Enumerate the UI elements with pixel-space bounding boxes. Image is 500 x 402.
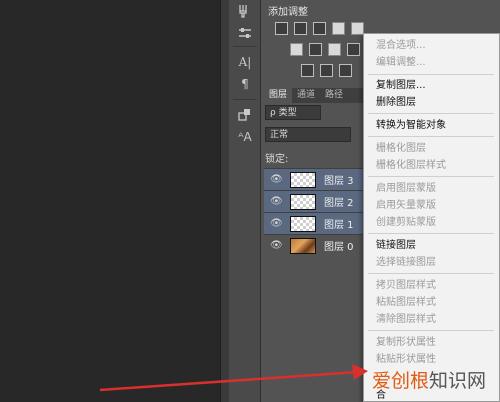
- layer-context-menu: 混合选项... 编辑调整... 复制图层... 删除图层 转换为智能对象 栅格化…: [363, 33, 500, 402]
- color-balance-icon[interactable]: [309, 43, 322, 56]
- layer-name: 图层 3: [324, 176, 354, 187]
- menu-item-clear-layer-style[interactable]: 清除图层样式: [376, 313, 436, 326]
- levels-icon[interactable]: [294, 22, 307, 35]
- menu-item-enable-layer-mask[interactable]: 启用图层蒙版: [376, 182, 436, 195]
- layer-thumbnail: [290, 193, 316, 210]
- blend-mode-select[interactable]: 正常: [265, 127, 351, 142]
- menu-separator: [368, 330, 494, 331]
- toolstrip-divider: [233, 99, 257, 100]
- watermark-gray: 知识网: [429, 370, 487, 392]
- tool-presets-icon[interactable]: [234, 24, 256, 42]
- adjustments-title: 添加调整: [268, 7, 308, 18]
- tab-paths[interactable]: 路径: [320, 88, 348, 103]
- layer-name: 图层 1: [324, 220, 354, 231]
- layer-thumbnail: [290, 237, 316, 254]
- watermark: 爱创根知识网: [372, 370, 486, 392]
- layer-name: 图层 0: [324, 242, 354, 253]
- tab-layers[interactable]: 图层: [264, 88, 293, 103]
- menu-item-create-clipping-mask[interactable]: 创建剪贴蒙版: [376, 216, 436, 229]
- menu-item-paste-shape-attributes[interactable]: 粘贴形状属性: [376, 353, 436, 366]
- filter-kind-select[interactable]: ρ 类型: [265, 105, 321, 120]
- paragraph-panel-icon[interactable]: ¶: [234, 75, 256, 93]
- menu-item-enable-vector-mask[interactable]: 启用矢量蒙版: [376, 199, 436, 212]
- adjustments-row-1: [275, 22, 370, 40]
- exposure-icon[interactable]: [332, 22, 345, 35]
- menu-item-copy-shape-attributes[interactable]: 复制形状属性: [376, 336, 436, 349]
- toolstrip-divider: [233, 46, 257, 47]
- eye-icon[interactable]: 👁: [270, 218, 286, 229]
- menu-separator: [368, 273, 494, 274]
- invert-icon[interactable]: [301, 64, 314, 77]
- blend-mode-label: 正常: [270, 130, 289, 140]
- menu-item-paste-layer-style[interactable]: 粘贴图层样式: [376, 296, 436, 309]
- menu-separator: [368, 113, 494, 114]
- menu-separator: [368, 176, 494, 177]
- character-panel-icon[interactable]: A|: [234, 53, 256, 71]
- menu-item-blending-options[interactable]: 混合选项...: [376, 39, 426, 52]
- menu-item-link-layers[interactable]: 链接图层: [376, 239, 416, 252]
- hue-saturation-icon[interactable]: [290, 43, 303, 56]
- brightness-icon[interactable]: [275, 22, 288, 35]
- menu-item-rasterize-layer[interactable]: 栅格化图层: [376, 142, 426, 155]
- layer-name: 图层 2: [324, 198, 354, 209]
- photo-filter-icon[interactable]: [347, 43, 360, 56]
- layer-thumbnail: [290, 215, 316, 232]
- eye-icon[interactable]: 👁: [270, 196, 286, 207]
- brush-presets-icon[interactable]: [234, 2, 256, 20]
- panel-gutter: [220, 0, 229, 402]
- threshold-icon[interactable]: [339, 64, 352, 77]
- lock-label: 锁定:: [265, 154, 289, 165]
- menu-item-rasterize-layer-style[interactable]: 栅格化图层样式: [376, 159, 446, 172]
- menu-item-convert-smart-object[interactable]: 转换为智能对象: [376, 119, 446, 132]
- menu-item-duplicate-layer[interactable]: 复制图层...: [376, 79, 426, 92]
- menu-item-copy-layer-style[interactable]: 拷贝图层样式: [376, 279, 436, 292]
- menu-item-edit-adjustment[interactable]: 编辑调整...: [376, 56, 426, 69]
- curves-icon[interactable]: [313, 22, 326, 35]
- eye-icon[interactable]: 👁: [270, 240, 286, 251]
- tab-channels[interactable]: 通道: [292, 88, 320, 103]
- menu-item-delete-layer[interactable]: 删除图层: [376, 96, 416, 109]
- document-canvas-area[interactable]: [0, 0, 220, 402]
- black-white-icon[interactable]: [328, 43, 341, 56]
- menu-separator: [368, 74, 494, 75]
- menu-separator: [368, 136, 494, 137]
- character-styles-icon[interactable]: ᴬA: [234, 128, 256, 146]
- menu-separator: [368, 233, 494, 234]
- adjustments-row-2: [290, 43, 366, 61]
- menu-item-select-linked-layers[interactable]: 选择链接图层: [376, 256, 436, 269]
- layer-thumbnail: [290, 171, 316, 188]
- adjustments-row-3: [301, 64, 358, 82]
- eye-icon[interactable]: 👁: [270, 174, 286, 185]
- filter-kind-label: ρ 类型: [270, 108, 297, 118]
- panel-icon-strip: A| ¶ ᴬA: [229, 0, 261, 402]
- watermark-orange: 爱创根: [372, 370, 430, 392]
- clone-source-icon[interactable]: [234, 106, 256, 124]
- posterize-icon[interactable]: [320, 64, 333, 77]
